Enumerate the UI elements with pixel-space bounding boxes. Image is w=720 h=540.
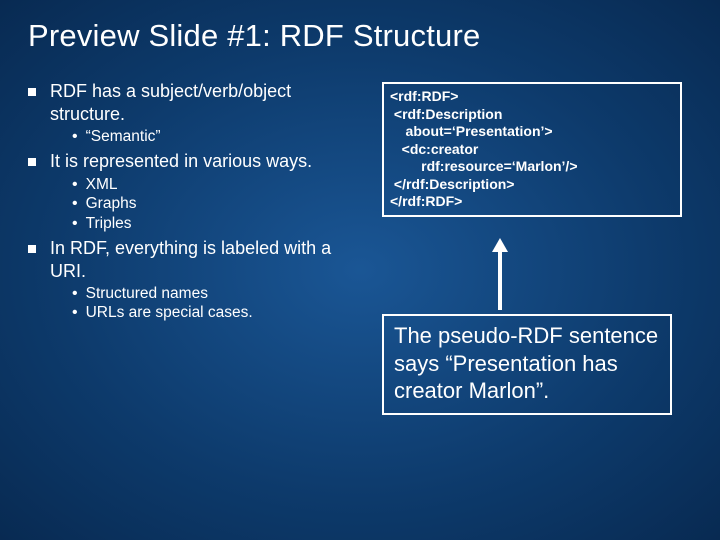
columns: RDF has a subject/verb/object structure.… — [28, 80, 692, 327]
bullet-sub: • Triples — [72, 214, 368, 233]
sub-list: • Structured names • URLs are special ca… — [72, 284, 368, 323]
sub-text: XML — [86, 175, 118, 194]
dot-bullet-icon: • — [72, 303, 78, 322]
bullet-sub: • Structured names — [72, 284, 368, 303]
caption-box: The pseudo-RDF sentence says “Presentati… — [382, 314, 672, 415]
dot-bullet-icon: • — [72, 214, 78, 233]
sub-text: Graphs — [86, 194, 137, 213]
sub-text: Structured names — [86, 284, 208, 303]
bullet-text: It is represented in various ways. — [50, 150, 312, 173]
slide: Preview Slide #1: RDF Structure RDF has … — [0, 0, 720, 540]
slide-title: Preview Slide #1: RDF Structure — [28, 18, 692, 54]
dot-bullet-icon: • — [72, 127, 78, 146]
dot-bullet-icon: • — [72, 284, 78, 303]
code-box: <rdf:RDF> <rdf:Description about=‘Presen… — [382, 82, 682, 217]
bullet-main: RDF has a subject/verb/object structure. — [28, 80, 368, 125]
bullet-sub: • XML — [72, 175, 368, 194]
bullet-text: RDF has a subject/verb/object structure. — [50, 80, 368, 125]
dot-bullet-icon: • — [72, 175, 78, 194]
bullet-text: In RDF, everything is labeled with a URI… — [50, 237, 368, 282]
sub-text: “Semantic” — [86, 127, 161, 146]
square-bullet-icon — [28, 245, 36, 253]
sub-list: • XML • Graphs • Triples — [72, 175, 368, 233]
bullet-main: In RDF, everything is labeled with a URI… — [28, 237, 368, 282]
bullet-sub: • Graphs — [72, 194, 368, 213]
left-column: RDF has a subject/verb/object structure.… — [28, 80, 368, 327]
sub-list: • “Semantic” — [72, 127, 368, 146]
right-column: <rdf:RDF> <rdf:Description about=‘Presen… — [382, 80, 682, 327]
square-bullet-icon — [28, 88, 36, 96]
sub-text: URLs are special cases. — [86, 303, 253, 322]
bullet-sub: • “Semantic” — [72, 127, 368, 146]
square-bullet-icon — [28, 158, 36, 166]
arrow-icon — [492, 238, 508, 310]
sub-text: Triples — [86, 214, 132, 233]
bullet-sub: • URLs are special cases. — [72, 303, 368, 322]
bullet-main: It is represented in various ways. — [28, 150, 368, 173]
dot-bullet-icon: • — [72, 194, 78, 213]
